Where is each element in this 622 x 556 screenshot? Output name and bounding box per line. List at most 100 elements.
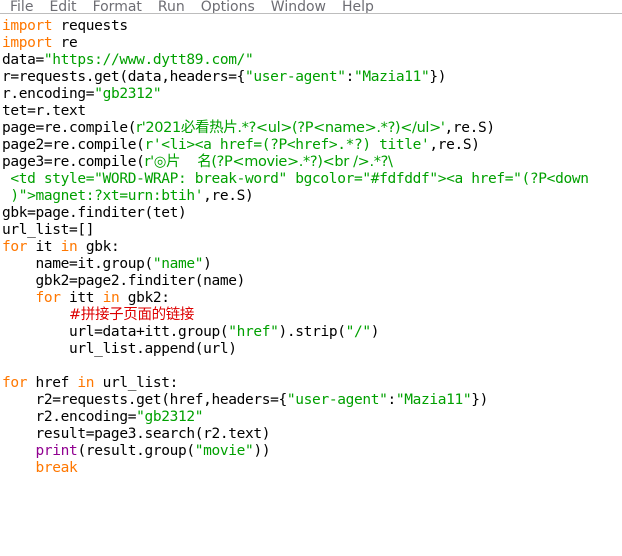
code-line: r2.encoding="gb2312" xyxy=(2,409,622,426)
code-token-kw: import xyxy=(2,18,52,34)
code-line: for href in url_list: xyxy=(2,375,622,392)
code-token-plain: ,re.S) xyxy=(445,120,495,136)
code-token-plain: }) xyxy=(429,69,446,85)
code-token-bi: print xyxy=(36,443,78,459)
code-token-plain: : xyxy=(346,69,354,85)
code-token-str: "Mazia11" xyxy=(354,69,429,85)
code-line: r=requests.get(data,headers={"user-agent… xyxy=(2,69,622,86)
code-token-str: "gb2312" xyxy=(136,409,203,425)
code-editor-text-area[interactable]: import requestsimport redata="https://ww… xyxy=(0,14,622,556)
menu-bar: FileEditFormatRunOptionsWindowHelp xyxy=(0,0,622,14)
code-token-plain xyxy=(2,307,69,323)
code-token-kw: in xyxy=(77,375,94,391)
menu-run[interactable]: Run xyxy=(150,0,193,14)
code-token-plain: r2=requests.get(href,headers={ xyxy=(2,392,287,408)
code-token-kw: break xyxy=(36,460,78,476)
code-token-plain: page=re.compile( xyxy=(2,120,136,136)
code-token-str: r'2021必看热片.*?<ul>(?P<name>.*?)</ul>' xyxy=(136,120,444,136)
code-token-plain: result=page3.search(r2.text) xyxy=(2,426,270,442)
code-token-plain: ).strip( xyxy=(279,324,346,340)
code-token-plain: re xyxy=(52,35,77,51)
code-token-str: "user-agent" xyxy=(287,392,388,408)
code-token-str: "https://www.dytt89.com/" xyxy=(44,52,254,68)
code-line: import re xyxy=(2,35,622,52)
code-token-str: "Mazia11" xyxy=(396,392,471,408)
code-token-plain: )) xyxy=(253,443,270,459)
code-line: page3=re.compile(r'◎片 名(?P<movie>.*?)<br… xyxy=(2,154,622,171)
code-token-kw: in xyxy=(103,290,120,306)
code-token-cmt: #拼接子页面的链接 xyxy=(69,307,194,323)
code-token-plain: r=requests.get(data,headers={ xyxy=(2,69,245,85)
code-token-plain: tet=r.text xyxy=(2,103,86,119)
code-token-kw: for xyxy=(36,290,61,306)
code-token-plain: requests xyxy=(52,18,127,34)
code-line: url=data+itt.group("href").strip("/") xyxy=(2,324,622,341)
code-token-plain: r2.encoding= xyxy=(2,409,136,425)
code-token-plain: }) xyxy=(471,392,488,408)
code-token-plain: data= xyxy=(2,52,44,68)
menu-format[interactable]: Format xyxy=(85,0,150,14)
code-line: data="https://www.dytt89.com/" xyxy=(2,52,622,69)
code-token-plain: url_list=[] xyxy=(2,222,94,238)
code-line: gbk2=page2.finditer(name) xyxy=(2,273,622,290)
code-token-plain: ) xyxy=(371,324,379,340)
code-line: for itt in gbk2: xyxy=(2,290,622,307)
code-token-str: "movie" xyxy=(195,443,254,459)
code-token-plain xyxy=(2,460,36,476)
code-token-plain: it xyxy=(27,239,61,255)
code-line: for it in gbk: xyxy=(2,239,622,256)
code-token-plain: ) xyxy=(203,256,211,272)
code-line: name=it.group("name") xyxy=(2,256,622,273)
menu-window[interactable]: Window xyxy=(263,0,334,14)
code-token-str: "name" xyxy=(153,256,203,272)
code-token-str: "/" xyxy=(346,324,371,340)
code-token-kw: import xyxy=(2,35,52,51)
code-token-str: "user-agent" xyxy=(245,69,346,85)
code-line: gbk=page.finditer(tet) xyxy=(2,205,622,222)
code-line: #拼接子页面的链接 xyxy=(2,307,622,324)
code-line: r2=requests.get(href,headers={"user-agen… xyxy=(2,392,622,409)
code-token-plain: page2=re.compile( xyxy=(2,137,144,153)
code-token-str: )">magnet:?xt=urn:btih' xyxy=(2,188,203,204)
code-token-plain: gbk2=page2.finditer(name) xyxy=(2,273,245,289)
code-token-plain: page3=re.compile( xyxy=(2,154,144,170)
code-token-plain: (result.group( xyxy=(77,443,194,459)
code-token-plain: gbk2: xyxy=(119,290,169,306)
code-token-plain: ,re.S) xyxy=(429,137,479,153)
code-token-plain: ,re.S) xyxy=(203,188,253,204)
code-token-plain xyxy=(2,443,36,459)
code-token-plain: r.encoding= xyxy=(2,86,94,102)
code-token-kw: for xyxy=(2,239,27,255)
code-line: url_list.append(url) xyxy=(2,341,622,358)
code-line: print(result.group("movie")) xyxy=(2,443,622,460)
code-token-plain: url_list: xyxy=(94,375,178,391)
code-token-plain: href xyxy=(27,375,77,391)
menu-edit[interactable]: Edit xyxy=(41,0,84,14)
code-token-str: <td style="WORD-WRAP: break-word" bgcolo… xyxy=(2,171,589,187)
menu-file[interactable]: File xyxy=(2,0,41,14)
code-token-plain: url_list.append(url) xyxy=(2,341,237,357)
code-line: page=re.compile(r'2021必看热片.*?<ul>(?P<nam… xyxy=(2,120,622,137)
code-line: page2=re.compile(r'<li><a href=(?P<href>… xyxy=(2,137,622,154)
code-line: r.encoding="gb2312" xyxy=(2,86,622,103)
code-token-plain: : xyxy=(387,392,395,408)
code-line: tet=r.text xyxy=(2,103,622,120)
code-line: url_list=[] xyxy=(2,222,622,239)
code-line: result=page3.search(r2.text) xyxy=(2,426,622,443)
code-token-str: r'◎片 名(?P<movie>.*?)<br />.*?\ xyxy=(144,154,392,170)
code-line: <td style="WORD-WRAP: break-word" bgcolo… xyxy=(2,171,622,188)
code-token-kw: for xyxy=(2,375,27,391)
menu-options[interactable]: Options xyxy=(193,0,263,14)
code-token-kw: in xyxy=(61,239,78,255)
code-token-str: "gb2312" xyxy=(94,86,161,102)
code-token-plain: gbk: xyxy=(77,239,119,255)
code-token-plain: itt xyxy=(61,290,103,306)
code-line: )">magnet:?xt=urn:btih',re.S) xyxy=(2,188,622,205)
code-token-plain: url=data+itt.group( xyxy=(2,324,228,340)
code-token-str: r'<li><a href=(?P<href>.*?) title' xyxy=(144,137,429,153)
code-token-plain: name=it.group( xyxy=(2,256,153,272)
code-line: break xyxy=(2,460,622,477)
code-line xyxy=(2,358,622,375)
code-token-str: "href" xyxy=(228,324,278,340)
menu-help[interactable]: Help xyxy=(334,0,382,14)
